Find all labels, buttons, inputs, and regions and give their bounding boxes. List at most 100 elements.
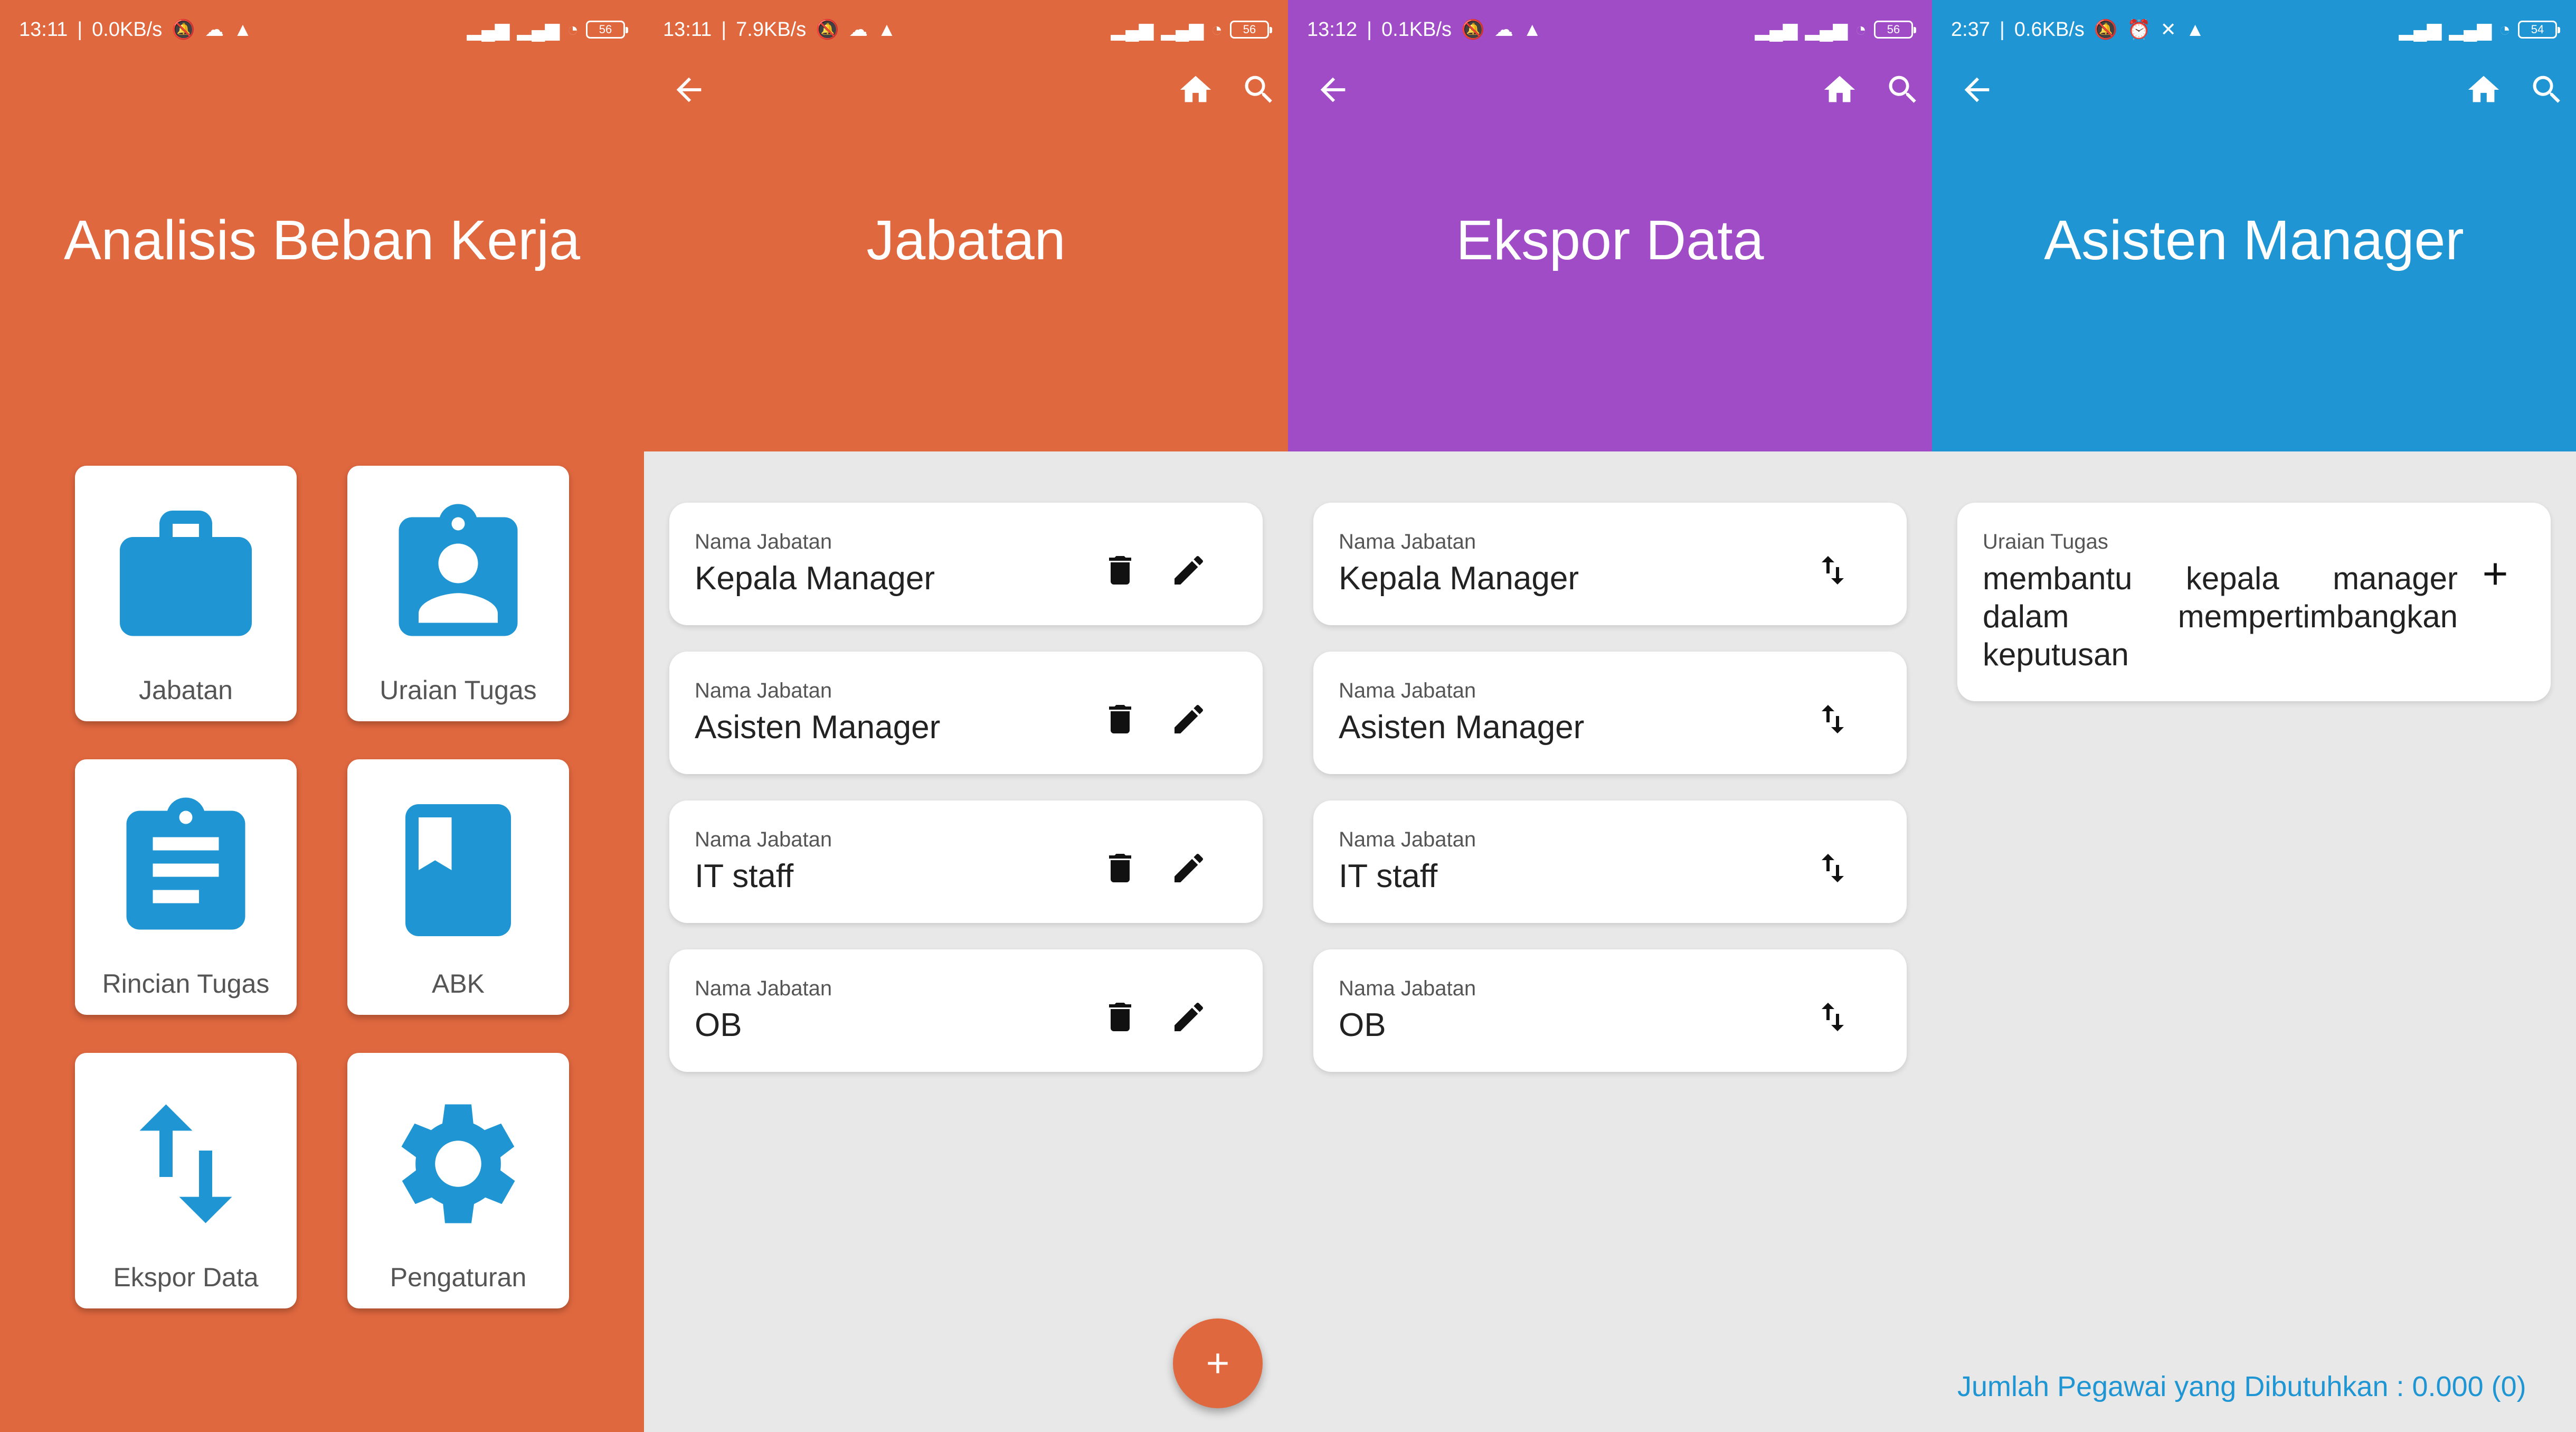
ekspor-screen: 13:12 | 0.1KB/s 🔕 ☁ ▲ ▂▄▆ ▂▄▆ ◔ 56 Ekspo…	[1288, 0, 1932, 1432]
tile-pengaturan[interactable]: Pengaturan	[347, 1053, 569, 1308]
search-button[interactable]	[2528, 71, 2565, 108]
status-speed: 0.6KB/s	[2014, 18, 2085, 41]
jabatan-name: Kepala Manager	[1339, 560, 1579, 597]
wifi-icon: ◔	[1855, 18, 1867, 40]
gear-icon	[374, 1079, 543, 1248]
signal-icon: ▂▄▆	[1755, 18, 1798, 40]
page-title: Ekspor Data	[1456, 209, 1764, 271]
battery-icon: 54	[2518, 21, 2560, 39]
task-description: membantu kepala manager dalam mempertimb…	[1983, 561, 2458, 672]
cloud-icon: ☁	[849, 18, 868, 40]
status-speed: 0.0KB/s	[92, 18, 163, 41]
cloud-icon: ☁	[205, 18, 224, 40]
list-item[interactable]: Nama Jabatan Asisten Manager	[1313, 652, 1907, 774]
tile-rincian-tugas[interactable]: Rincian Tugas	[75, 759, 297, 1015]
field-label: Nama Jabatan	[695, 977, 832, 1000]
tile-label: ABK	[431, 969, 485, 998]
list-item[interactable]: Nama Jabatan Asisten Manager	[669, 652, 1263, 774]
tile-label: Uraian Tugas	[380, 675, 537, 705]
warning-icon: ▲	[2185, 18, 2205, 40]
pencil-icon	[1175, 1002, 1203, 1031]
delete-button[interactable]	[1101, 551, 1139, 589]
status-time: 13:12	[1307, 18, 1358, 41]
field-label: Uraian Tugas	[1983, 530, 2108, 553]
search-button[interactable]	[1240, 71, 1277, 108]
status-speed: 7.9KB/s	[736, 18, 807, 41]
battery-icon: 56	[1230, 21, 1272, 39]
back-button[interactable]	[1314, 71, 1351, 108]
task-card[interactable]: Uraian Tugas membantu kepala manager dal…	[1957, 503, 2551, 701]
home-button[interactable]	[2465, 71, 2502, 108]
list-item[interactable]: Nama Jabatan IT staff	[669, 800, 1263, 923]
jabatan-name: OB	[695, 1007, 742, 1043]
tile-label: Jabatan	[139, 675, 233, 705]
edit-button[interactable]	[1170, 998, 1208, 1036]
tile-jabatan[interactable]: Jabatan	[75, 466, 297, 721]
jabatan-name: Asisten Manager	[695, 709, 941, 746]
arrow-left-icon	[676, 77, 702, 102]
mute-icon: 🔕	[1461, 18, 1485, 40]
tile-ekspor-data[interactable]: Ekspor Data	[75, 1053, 297, 1308]
status-bar: 2:37 | 0.6KB/s 🔕 ⏰ ✕ ▲ ▂▄▆ ▂▄▆ ◔ 54	[1932, 0, 2576, 59]
cloud-icon: ☁	[1494, 18, 1513, 40]
tile-uraian-tugas[interactable]: Uraian Tugas	[347, 466, 569, 721]
export-button[interactable]	[1814, 551, 1852, 589]
status-time: 13:11	[663, 18, 712, 41]
list-item[interactable]: Nama Jabatan IT staff	[1313, 800, 1907, 923]
export-button[interactable]	[1814, 998, 1852, 1036]
pencil-icon	[1175, 704, 1203, 733]
list-item[interactable]: Nama Jabatan Kepala Manager	[1313, 503, 1907, 625]
wifi-icon: ◔	[2499, 18, 2511, 40]
page-title: Asisten Manager	[2044, 209, 2464, 271]
edit-button[interactable]	[1170, 700, 1208, 738]
jabatan-name: OB	[1339, 1007, 1386, 1043]
delete-button[interactable]	[1101, 849, 1139, 887]
signal-icon-2: ▂▄▆	[1805, 18, 1848, 40]
page-title: Jabatan	[866, 209, 1066, 271]
swap-vertical-icon	[1822, 1003, 1844, 1031]
plus-icon	[1208, 1353, 1228, 1373]
employee-requirement-summary: Jumlah Pegawai yang Dibutuhkan : 0.000 (…	[1957, 1371, 2526, 1402]
back-button[interactable]	[1958, 71, 1995, 108]
home-button[interactable]	[1821, 71, 1858, 108]
app-header: 13:11 | 7.9KB/s 🔕 ☁ ▲ ▂▄▆ ▂▄▆ ◔ 56 Jabat…	[644, 0, 1288, 451]
add-detail-button[interactable]	[2477, 555, 2514, 592]
book-icon	[374, 786, 543, 955]
pencil-icon	[1175, 853, 1203, 882]
field-label: Nama Jabatan	[1339, 828, 1476, 851]
battery-icon: 56	[586, 21, 628, 39]
search-button[interactable]	[1884, 71, 1921, 108]
delete-button[interactable]	[1101, 700, 1139, 738]
export-button[interactable]	[1814, 700, 1852, 738]
add-button[interactable]	[1173, 1318, 1263, 1408]
jabatan-name: IT staff	[1339, 858, 1438, 894]
tile-abk[interactable]: ABK	[347, 759, 569, 1015]
field-label: Nama Jabatan	[1339, 530, 1476, 553]
delete-button[interactable]	[1101, 998, 1139, 1036]
x-icon: ✕	[2160, 18, 2176, 40]
field-label: Nama Jabatan	[1339, 977, 1476, 1000]
page-title: Analisis Beban Kerja	[63, 209, 581, 271]
list-item[interactable]: Nama Jabatan OB	[669, 949, 1263, 1072]
home-icon	[1824, 76, 1855, 102]
list-item[interactable]: Nama Jabatan Kepala Manager	[669, 503, 1263, 625]
field-label: Nama Jabatan	[695, 679, 832, 702]
edit-button[interactable]	[1170, 551, 1208, 589]
edit-button[interactable]	[1170, 849, 1208, 887]
signal-icon: ▂▄▆	[1111, 18, 1154, 40]
arrow-left-icon	[1320, 77, 1346, 102]
jabatan-name: IT staff	[695, 858, 794, 894]
home-screen: 13:11 | 0.0KB/s 🔕 ☁ ▲ ▂▄▆ ▂▄▆ ◔ 56 Anali…	[0, 0, 644, 1432]
wifi-icon: ◔	[1211, 18, 1223, 40]
pencil-icon	[1175, 555, 1203, 585]
export-button[interactable]	[1814, 849, 1852, 887]
trash-icon	[1109, 556, 1131, 585]
back-button[interactable]	[670, 71, 707, 108]
search-icon	[1889, 76, 1916, 103]
jabatan-name: Kepala Manager	[695, 560, 935, 597]
trash-icon	[1109, 1003, 1131, 1031]
search-icon	[1245, 76, 1272, 103]
mute-icon: 🔕	[172, 18, 196, 40]
list-item[interactable]: Nama Jabatan OB	[1313, 949, 1907, 1072]
home-button[interactable]	[1177, 71, 1214, 108]
